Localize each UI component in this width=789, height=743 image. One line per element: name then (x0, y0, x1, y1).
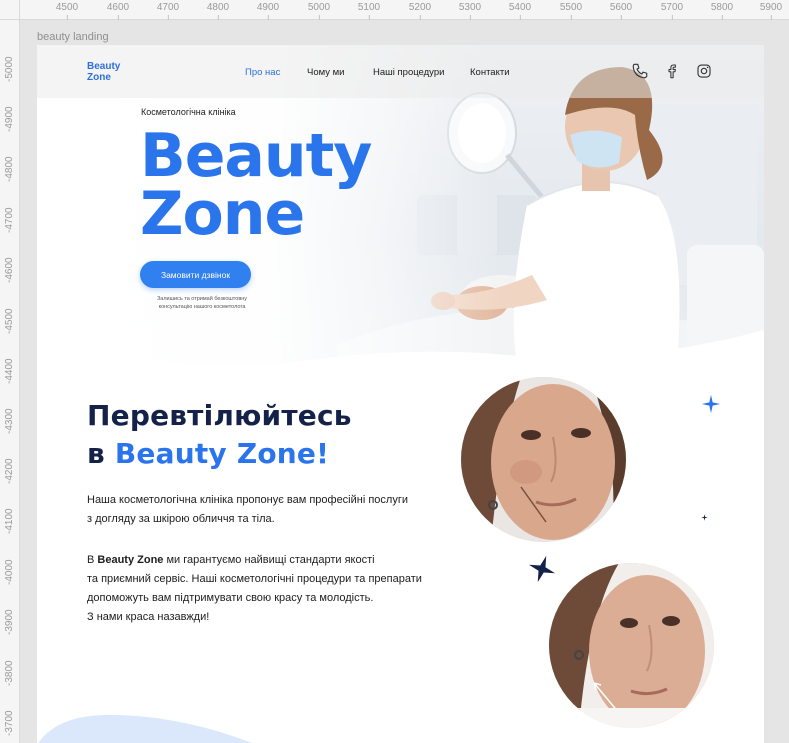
star-icon (528, 555, 556, 583)
logo-line-2: Zone (87, 72, 111, 83)
ruler-tick: -4500 (4, 308, 15, 334)
ruler-tick: 4500 (55, 2, 79, 20)
ruler-tick: -4200 (4, 458, 15, 484)
ruler-tick: -4300 (4, 408, 15, 434)
ruler-tick: 4600 (106, 2, 130, 20)
nav-item-why-us[interactable]: Чому ми (307, 67, 344, 78)
before-photo (461, 377, 626, 542)
ruler-tick: -3800 (4, 660, 15, 686)
about-p1-line-1: Наша косметологічна клініка пропонує вам… (87, 494, 408, 506)
ruler-tick: -4100 (4, 508, 15, 534)
ruler-tick: 5000 (307, 2, 331, 20)
ruler-tick: 5400 (508, 2, 532, 20)
about-paragraph-1: Наша косметологічна клініка пропонує вам… (87, 491, 408, 529)
ruler-tick: -4000 (4, 559, 15, 585)
ruler-tick: -4600 (4, 257, 15, 283)
ruler-left: -5000 -4900 -4800 -4700 -4600 -4500 -440… (0, 0, 20, 743)
ruler-tick: 5800 (710, 2, 734, 20)
phone-icon[interactable] (631, 62, 649, 80)
nav-item-procedures[interactable]: Наші процедури (373, 67, 444, 78)
ruler-tick: 5200 (408, 2, 432, 20)
ruler-tick: 5500 (559, 2, 583, 20)
hero-kicker: Косметологічна клініка (141, 107, 236, 117)
about-p2-line-1: В Beauty Zone ми гарантуємо найвищі стан… (87, 551, 422, 570)
ruler-tick: -4700 (4, 207, 15, 233)
star-icon (701, 514, 708, 521)
about-p2-line-1-rest: ми гарантуємо найвищі стандарти якості (163, 554, 375, 566)
ruler-tick: -3900 (4, 609, 15, 635)
about-p2-line-3: допоможуть вам підтримувати свою красу т… (87, 592, 374, 604)
ruler-tick: -3700 (4, 710, 15, 736)
ruler-tick: 4700 (156, 2, 180, 20)
after-photo-illustration (549, 563, 714, 728)
star-icon (701, 394, 721, 414)
hero-title-line-1: Beauty (140, 121, 372, 191)
before-photo-illustration (461, 377, 626, 542)
hero-title-line-2: Zone (140, 179, 305, 249)
ruler-tick: -5000 (4, 56, 15, 82)
nav-item-contacts[interactable]: Контакти (470, 67, 510, 78)
ruler-tick: -4800 (4, 156, 15, 182)
about-p2-prefix: В (87, 554, 98, 566)
about-paragraph-2: В Beauty Zone ми гарантуємо найвищі стан… (87, 551, 422, 627)
order-call-button[interactable]: Замовити дзвінок (140, 261, 251, 288)
section-title-accent: Beauty Zone! (114, 437, 330, 470)
artboard[interactable]: Beauty Zone Про нас Чому ми Наші процеду… (37, 45, 764, 743)
ruler-tick: 4800 (206, 2, 230, 20)
about-p1-line-2: з догляду за шкірою обличчя та тіла. (87, 513, 275, 525)
frame-label[interactable]: beauty landing (37, 31, 109, 43)
ruler-tick: 5900 (759, 2, 783, 20)
hero-title: Beauty Zone (140, 121, 372, 249)
hero-wave (37, 330, 764, 385)
about-p2-line-4: З нами краса назавжди! (87, 611, 210, 623)
nav-item-about[interactable]: Про нас (245, 67, 280, 78)
section-title-line-1: Перевтілюйтесь (87, 399, 352, 432)
about-p2-brand: Beauty Zone (97, 554, 164, 566)
ruler-tick: 5300 (458, 2, 482, 20)
ruler-tick: 5100 (357, 2, 381, 20)
after-photo (549, 563, 714, 728)
ruler-tick: 4900 (256, 2, 280, 20)
logo[interactable]: Beauty Zone (87, 61, 120, 83)
about-p2-line-2: та приємний сервіс. Наші косметологічні … (87, 573, 422, 585)
instagram-icon[interactable] (695, 62, 713, 80)
decorative-blob (38, 714, 252, 743)
ruler-tick: -4900 (4, 106, 15, 132)
section-title: Перевтілюйтесь в Beauty Zone! (87, 397, 352, 473)
section-title-prefix: в (87, 437, 115, 470)
ruler-top: 4500 4600 4700 4800 4900 5000 5100 5200 … (0, 0, 789, 20)
facebook-icon[interactable] (663, 62, 681, 80)
ruler-tick: -4400 (4, 358, 15, 384)
ruler-tick: 5700 (660, 2, 684, 20)
cta-note: Залишись та отримай безкоштовну консульт… (156, 296, 248, 310)
section-title-line-2: в Beauty Zone! (87, 435, 352, 473)
ruler-tick: 5600 (609, 2, 633, 20)
ruler-corner (0, 0, 20, 20)
logo-line-1: Beauty (87, 61, 121, 72)
